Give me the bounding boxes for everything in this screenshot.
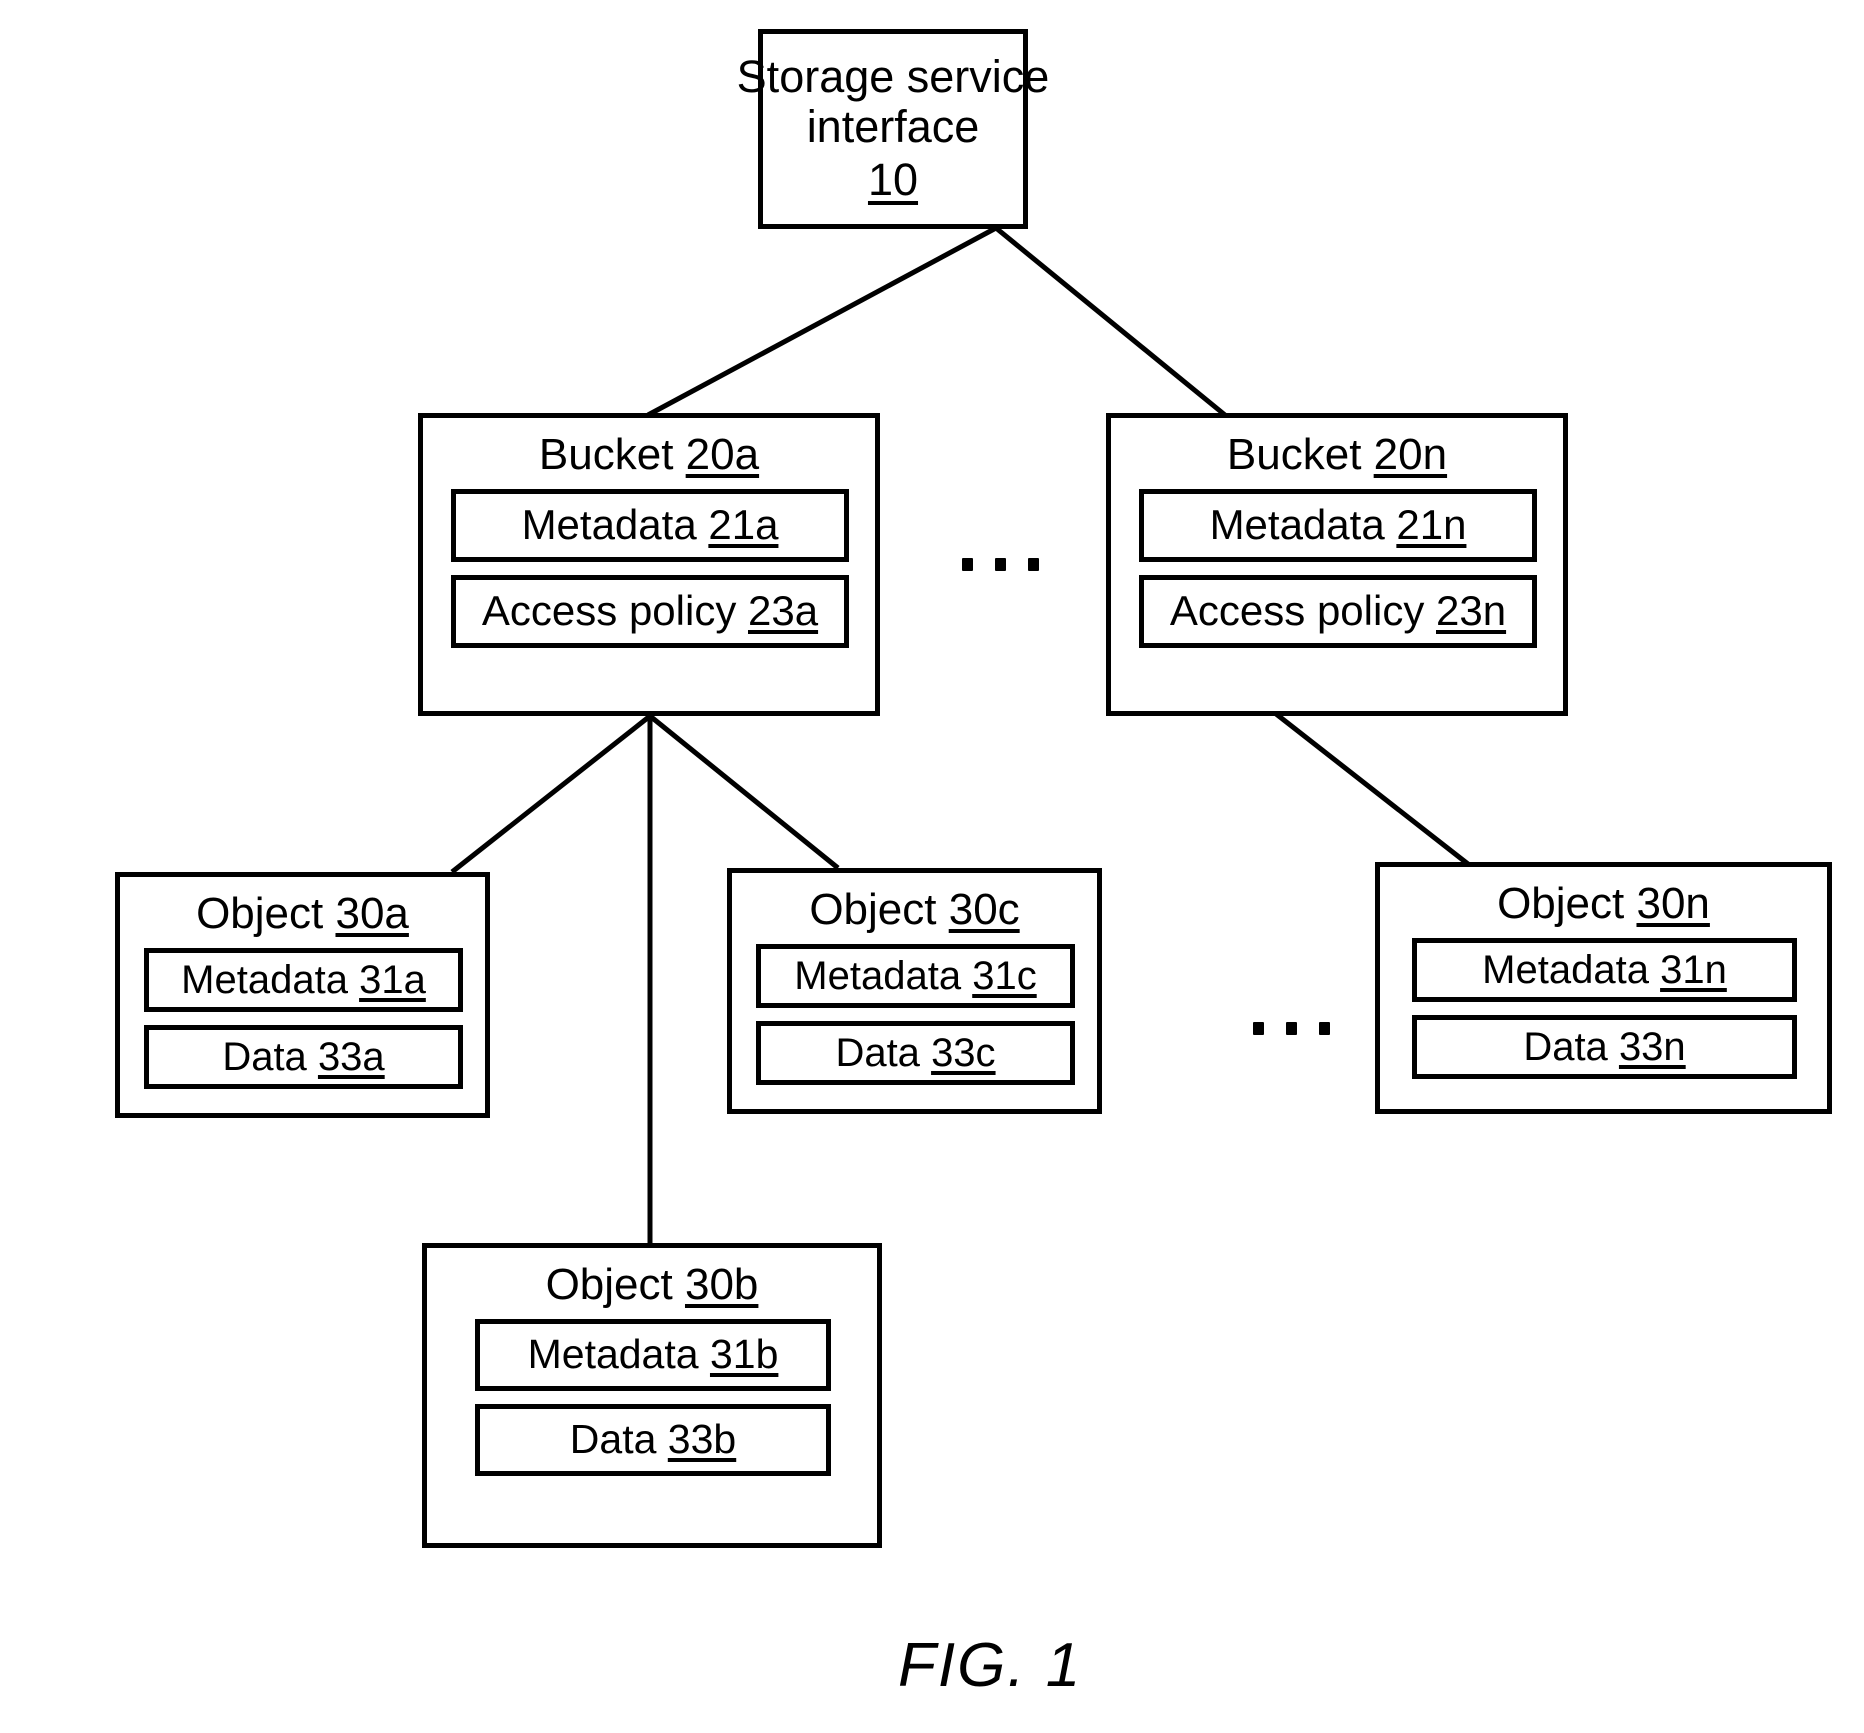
object-30c-data-label: Data bbox=[835, 1030, 920, 1075]
object-30n-data-label: Data bbox=[1523, 1024, 1608, 1069]
object-30c-metadata-row: Metadata 31c bbox=[756, 943, 1075, 1008]
ellipsis-dot bbox=[1319, 1022, 1330, 1035]
bucket-20a-metadata-ref: 21a bbox=[708, 501, 779, 549]
bucket-20a-node: Bucket 20a Metadata 21a Access policy 23… bbox=[418, 413, 880, 716]
ellipsis-dot bbox=[1253, 1022, 1264, 1035]
bucket-20n-metadata-ref: 21n bbox=[1396, 501, 1467, 549]
object-30a-title: Object 30a bbox=[120, 889, 485, 938]
object-30a-data-ref: 33a bbox=[317, 1034, 385, 1079]
object-30n-title: Object 30n bbox=[1380, 879, 1827, 928]
object-30c-data-row: Data 33c bbox=[756, 1020, 1075, 1085]
object-30b-title-label: Object bbox=[545, 1260, 673, 1309]
bucket-row-ellipsis bbox=[962, 558, 1039, 571]
object-30b-metadata-row: Metadata 31b bbox=[475, 1318, 831, 1391]
connector-interface-to-bucket-20a bbox=[646, 225, 998, 418]
object-30n-metadata-label: Metadata bbox=[1482, 947, 1649, 992]
object-30a-title-ref: 30a bbox=[335, 889, 409, 938]
object-30a-node: Object 30a Metadata 31a Data 33a bbox=[115, 872, 490, 1118]
bucket-20a-access-policy-ref: 23a bbox=[748, 587, 819, 635]
bucket-20n-title: Bucket 20n bbox=[1111, 430, 1563, 479]
object-30a-rows: Metadata 31a Data 33a bbox=[120, 947, 485, 1089]
bucket-20a-title-label: Bucket bbox=[538, 430, 674, 479]
object-30a-data-label: Data bbox=[222, 1034, 307, 1079]
object-30b-title-ref: 30b bbox=[684, 1260, 759, 1309]
object-30n-metadata-ref: 31n bbox=[1660, 947, 1727, 992]
bucket-20n-metadata-row: Metadata 21n bbox=[1139, 488, 1537, 562]
bucket-20a-access-policy-row: Access policy 23a bbox=[451, 574, 849, 648]
bucket-20a-metadata-label: Metadata bbox=[521, 501, 697, 549]
bucket-20n-title-label: Bucket bbox=[1226, 430, 1362, 479]
object-30c-title: Object 30c bbox=[732, 885, 1097, 934]
object-30n-metadata-row: Metadata 31n bbox=[1412, 937, 1797, 1002]
object-30b-data-row: Data 33b bbox=[475, 1403, 831, 1476]
connector-bucket-20a-to-object-30c bbox=[648, 714, 840, 870]
object-30n-title-ref: 30n bbox=[1636, 879, 1710, 928]
bucket-20a-title: Bucket 20a bbox=[423, 430, 875, 479]
object-30n-title-label: Object bbox=[1497, 879, 1625, 928]
connector-bucket-20a-to-object-30a bbox=[450, 714, 652, 874]
object-30c-node: Object 30c Metadata 31c Data 33c bbox=[727, 868, 1102, 1114]
bucket-20n-title-ref: 20n bbox=[1373, 430, 1448, 479]
bucket-20n-access-policy-label: Access policy bbox=[1169, 587, 1425, 635]
object-30a-metadata-row: Metadata 31a bbox=[144, 947, 463, 1012]
interface-title-line2: interface bbox=[806, 101, 980, 152]
ellipsis-dot bbox=[995, 558, 1006, 571]
object-30a-data-row: Data 33a bbox=[144, 1024, 463, 1089]
object-30b-data-ref: 33b bbox=[667, 1416, 737, 1463]
object-30b-node: Object 30b Metadata 31b Data 33b bbox=[422, 1243, 882, 1548]
object-30c-data-ref: 33c bbox=[931, 1030, 996, 1075]
bucket-20n-metadata-label: Metadata bbox=[1209, 501, 1385, 549]
object-30a-metadata-label: Metadata bbox=[181, 957, 348, 1002]
object-30a-title-label: Object bbox=[196, 889, 324, 938]
ellipsis-dot bbox=[962, 558, 973, 571]
bucket-20n-access-policy-ref: 23n bbox=[1436, 587, 1507, 635]
bucket-20n-access-policy-row: Access policy 23n bbox=[1139, 574, 1537, 648]
connector-interface-to-bucket-20n bbox=[994, 226, 1227, 417]
object-row-ellipsis bbox=[1253, 1022, 1330, 1035]
object-30n-data-ref: 33n bbox=[1618, 1024, 1686, 1069]
object-30c-rows: Metadata 31c Data 33c bbox=[732, 943, 1097, 1085]
bucket-20n-rows: Metadata 21n Access policy 23n bbox=[1111, 488, 1563, 648]
bucket-20a-access-policy-label: Access policy bbox=[481, 587, 737, 635]
bucket-20n-node: Bucket 20n Metadata 21n Access policy 23… bbox=[1106, 413, 1568, 716]
ellipsis-dot bbox=[1286, 1022, 1297, 1035]
storage-service-interface-node: Storage service interface 10 bbox=[737, 29, 1049, 229]
object-30b-metadata-label: Metadata bbox=[527, 1331, 699, 1378]
object-30b-metadata-ref: 31b bbox=[709, 1331, 779, 1378]
object-30c-metadata-ref: 31c bbox=[972, 953, 1037, 998]
object-30b-rows: Metadata 31b Data 33b bbox=[427, 1318, 877, 1476]
interface-title: Storage service interface bbox=[736, 50, 1050, 153]
bucket-20a-metadata-row: Metadata 21a bbox=[451, 488, 849, 562]
object-30n-node: Object 30n Metadata 31n Data 33n bbox=[1375, 862, 1832, 1114]
bucket-20a-rows: Metadata 21a Access policy 23a bbox=[423, 488, 875, 648]
interface-title-line1: Storage service bbox=[736, 50, 1050, 102]
object-30b-title: Object 30b bbox=[427, 1260, 877, 1309]
object-30n-rows: Metadata 31n Data 33n bbox=[1380, 937, 1827, 1079]
patent-figure: Storage service interface 10 Bucket 20a … bbox=[0, 0, 1864, 1733]
interface-reference-numeral: 10 bbox=[867, 154, 919, 206]
ellipsis-dot bbox=[1028, 558, 1039, 571]
object-30c-title-ref: 30c bbox=[948, 885, 1020, 934]
object-30c-metadata-label: Metadata bbox=[794, 953, 962, 998]
object-30a-metadata-ref: 31a bbox=[359, 957, 426, 1002]
object-30c-title-label: Object bbox=[809, 885, 937, 934]
figure-caption: FIG. 1 bbox=[898, 1631, 1083, 1700]
bucket-20a-title-ref: 20a bbox=[685, 430, 760, 479]
object-30b-data-label: Data bbox=[569, 1416, 657, 1463]
object-30n-data-row: Data 33n bbox=[1412, 1014, 1797, 1079]
